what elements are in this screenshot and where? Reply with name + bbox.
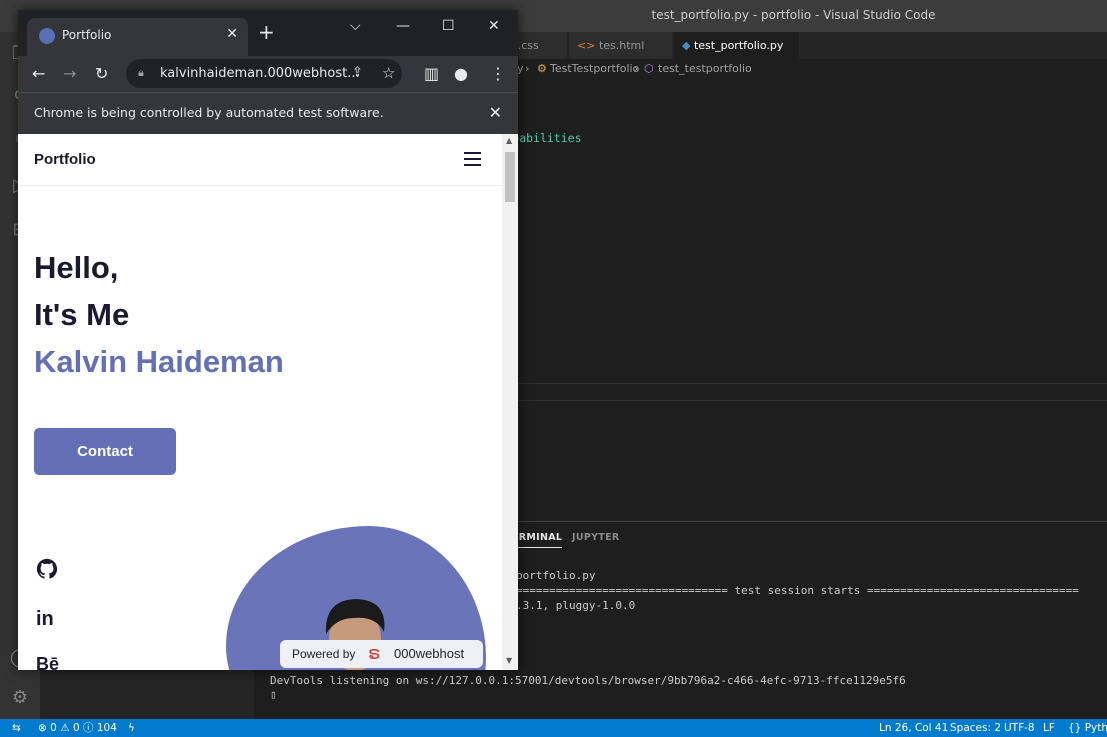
share-icon[interactable]: ⇪ [352,65,363,80]
hero-name: Kalvin Haideman [34,344,284,379]
warning-icon: ⚠ [60,722,70,734]
infobar-message: Chrome is being controlled by automated … [34,105,384,120]
hero-greeting: Hello, [34,250,119,285]
chevron-right-icon: › [525,62,530,75]
chrome-toolbar: ← → ↻ 🔒︎ kalvinhaideman.000webhost... ⇪ … [18,56,518,92]
browser-tab[interactable]: Portfolio ✕ [27,18,248,56]
page-viewport: Portfolio Hello, It's Me Kalvin Haideman… [18,134,518,670]
more-menu-icon[interactable]: ⋮ [490,63,506,85]
scroll-up-icon[interactable]: ▲ [506,136,512,145]
close-tab-icon[interactable]: ✕ [226,26,238,42]
automation-infobar: Chrome is being controlled by automated … [18,92,518,134]
favicon-icon [39,28,55,44]
status-bar: ⇆ ⊗ 0 ⚠ 0 ⓘ 104 ϟ Ln 26, Col 41 Spaces: … [0,719,1107,737]
class-icon: ⚙ [537,62,547,75]
minimize-icon[interactable]: — [396,18,410,34]
powered-brand: 000webhost [394,646,465,661]
site-brand[interactable]: Portfolio [34,151,96,168]
close-infobar-icon[interactable]: ✕ [489,103,502,122]
url-text[interactable]: kalvinhaideman.000webhost... [160,66,360,81]
tab-title: Portfolio [62,28,112,42]
powered-by-badge[interactable]: Powered by ຣ 000webhost [280,640,483,668]
profile-icon[interactable]: ● [454,63,468,85]
hamburger-menu-icon[interactable] [464,152,481,170]
indentation[interactable]: Spaces: 2 [950,719,1001,737]
new-tab-icon[interactable]: + [258,22,275,42]
terminal-line: .3.1, pluggy-1.0.0 [516,599,636,612]
terminal-line: DevTools listening on ws://127.0.0.1:570… [270,674,906,687]
method-icon: ⬡ [644,62,654,75]
linkedin-icon[interactable]: in [36,608,54,631]
terminal-line: ================================ test se… [516,584,1079,597]
site-header: Portfolio [18,134,502,186]
warning-count: 0 [72,722,80,734]
terminal-cursor[interactable]: ▯ [270,688,277,701]
chrome-tab-strip: Portfolio ✕ + ⌵ — ☐ ✕ [18,10,518,56]
powered-by-label: Powered by [292,647,356,661]
close-window-icon[interactable]: ✕ [488,18,500,34]
reload-icon[interactable]: ↻ [95,63,108,85]
forward-arrow-icon[interactable]: → [63,63,76,85]
github-icon[interactable] [36,558,58,585]
hero-intro: It's Me [34,297,130,332]
tab-test-portfolio[interactable]: ◆ test_portfolio.py ✕ [674,32,800,79]
cursor-position[interactable]: Ln 26, Col 41 [879,719,948,737]
address-bar[interactable]: 🔒︎ kalvinhaideman.000webhost... ⇪ ☆ [126,59,402,88]
braces-icon: {} [1068,722,1082,734]
tab-terminal[interactable]: ERMINAL [512,532,563,548]
behance-icon[interactable]: Bē [36,654,59,670]
side-panel-icon[interactable]: ▥ [424,63,439,85]
error-count: 0 [50,722,57,734]
chrome-window: Portfolio ✕ + ⌵ — ☐ ✕ ← → ↻ 🔒︎ kalvinhai… [18,10,518,670]
bookmark-star-icon[interactable]: ☆ [382,64,395,82]
breadcrumb-item[interactable]: TestTestportfolio [550,59,639,79]
problems-indicator[interactable]: ⊗ 0 ⚠ 0 ⓘ 104 [38,719,117,737]
page-scrollbar[interactable]: ▲ ▼ [502,134,518,670]
contact-button[interactable]: Contact [34,428,176,475]
lightning-icon[interactable]: ϟ [128,719,135,737]
info-icon: ⓘ [82,722,94,734]
back-arrow-icon[interactable]: ← [32,63,45,85]
info-count: 104 [96,722,117,734]
remote-icon[interactable]: ⇆ [12,719,21,737]
tab-search-chevron-icon[interactable]: ⌵ [350,18,361,34]
breadcrumb-item[interactable]: test_testportfolio [658,59,752,79]
language-label: Pytho [1084,722,1107,734]
lock-icon[interactable]: 🔒︎ [138,66,144,80]
python-file-icon: ◆ [682,39,691,52]
tab-label: test_portfolio.py [693,39,784,52]
tab-label: tes.html [598,39,645,52]
html-file-icon: <> [577,39,596,52]
line-ending[interactable]: LF [1043,719,1055,737]
scroll-thumb[interactable] [505,152,515,202]
error-icon: ⊗ [38,722,47,734]
terminal-line: portfolio.py [516,569,596,582]
settings-gear-icon[interactable]: ⚙ [8,686,32,710]
maximize-icon[interactable]: ☐ [442,18,455,34]
scroll-down-icon[interactable]: ▼ [506,656,512,665]
tab-jupyter[interactable]: JUPYTER [572,532,619,543]
tab-html[interactable]: <> tes.html [569,32,673,59]
language-mode[interactable]: {} Pytho [1068,719,1107,737]
000webhost-logo-icon: ຣ [368,643,381,663]
chevron-right-icon: › [634,62,639,75]
encoding[interactable]: UTF-8 [1004,719,1035,737]
